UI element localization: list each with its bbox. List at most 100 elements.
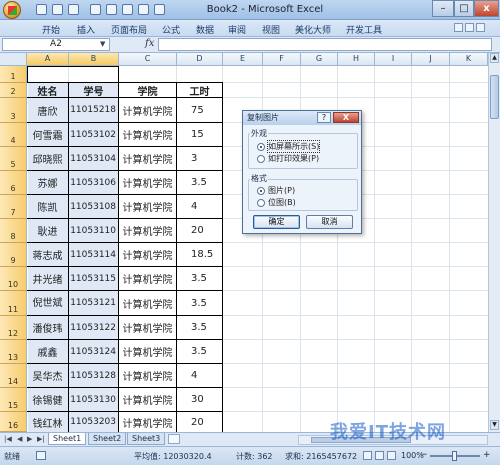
hours-cell[interactable]: 3.5 <box>177 316 222 339</box>
radio-as-shown-on-screen[interactable]: 如屏幕所示(S) <box>257 140 321 153</box>
office-button[interactable] <box>3 1 21 19</box>
save-icon[interactable] <box>36 4 47 15</box>
chevron-down-icon[interactable]: ▼ <box>100 40 105 48</box>
id-cell[interactable]: 11053114 <box>69 243 118 266</box>
ribbon-minimize-icon[interactable] <box>465 23 474 32</box>
page-layout-view-icon[interactable] <box>375 451 384 460</box>
name-cell[interactable]: 吴华杰 <box>27 364 68 387</box>
insert-function-icon[interactable]: fx <box>145 38 154 49</box>
id-cell[interactable]: 11053203 <box>69 412 118 432</box>
id-cell[interactable]: 11053102 <box>69 123 118 146</box>
row-header[interactable]: 2 <box>0 83 27 98</box>
tab-page-layout[interactable]: 页面布局 <box>111 23 147 36</box>
tab-view[interactable]: 视图 <box>262 23 280 36</box>
id-cell[interactable]: 11053128 <box>69 364 118 387</box>
undo-icon[interactable] <box>52 4 63 15</box>
hours-cell[interactable]: 3 <box>177 147 222 170</box>
college-cell[interactable]: 计算机学院 <box>119 267 176 290</box>
scroll-thumb[interactable] <box>490 75 499 119</box>
college-cell[interactable]: 计算机学院 <box>119 147 176 170</box>
page-break-view-icon[interactable] <box>387 451 396 460</box>
normal-view-icon[interactable] <box>363 451 372 460</box>
id-cell[interactable]: 11015218 <box>69 98 118 122</box>
radio-unselected-icon[interactable] <box>257 154 265 163</box>
tab-home[interactable]: 开始 <box>42 23 60 36</box>
row-header[interactable]: 13 <box>0 340 27 364</box>
column-header-i[interactable]: I <box>375 53 412 66</box>
row-header[interactable]: 9 <box>0 243 27 267</box>
name-box[interactable]: A2 <box>2 38 110 51</box>
hours-cell[interactable]: 4 <box>177 364 222 387</box>
college-cell[interactable]: 计算机学院 <box>119 171 176 194</box>
print-preview-icon[interactable] <box>90 4 101 15</box>
row-header[interactable]: 14 <box>0 364 27 388</box>
sheet-tab-3[interactable]: Sheet3 <box>127 433 166 445</box>
tab-formulas[interactable]: 公式 <box>162 23 180 36</box>
name-cell[interactable]: 潘俊玮 <box>27 316 68 339</box>
hours-cell[interactable]: 30 <box>177 388 222 411</box>
hours-cell[interactable]: 18.5 <box>177 243 222 266</box>
hours-cell[interactable]: 3.5 <box>177 267 222 290</box>
cancel-button[interactable]: 取消 <box>306 215 353 229</box>
column-header-a[interactable]: A <box>27 53 69 66</box>
hours-cell[interactable]: 4 <box>177 195 222 218</box>
radio-as-shown-when-printed[interactable]: 如打印效果(P) <box>257 153 319 164</box>
id-cell[interactable]: 11053104 <box>69 147 118 170</box>
hours-cell[interactable]: 3.5 <box>177 171 222 194</box>
macro-record-icon[interactable] <box>36 451 46 460</box>
id-cell[interactable]: 11053106 <box>69 171 118 194</box>
row-header[interactable]: 8 <box>0 219 27 243</box>
redo-icon[interactable] <box>68 4 79 15</box>
first-sheet-icon[interactable]: |◀ <box>4 435 12 443</box>
college-cell[interactable]: 计算机学院 <box>119 243 176 266</box>
last-sheet-icon[interactable]: ▶| <box>37 435 45 443</box>
column-header-d[interactable]: D <box>177 53 223 66</box>
column-header-b[interactable]: B <box>69 53 119 66</box>
ok-button[interactable]: 确定 <box>253 215 300 229</box>
name-cell[interactable]: 耿进 <box>27 219 68 242</box>
radio-selected-icon[interactable] <box>257 186 265 195</box>
row-header[interactable]: 4 <box>0 123 27 147</box>
ribbon-restore-icon[interactable] <box>476 23 485 32</box>
college-cell[interactable]: 计算机学院 <box>119 291 176 315</box>
hours-cell[interactable]: 3.5 <box>177 291 222 315</box>
college-cell[interactable]: 计算机学院 <box>119 98 176 122</box>
vertical-scrollbar[interactable]: ▲ ▼ <box>488 53 500 432</box>
name-cell[interactable]: 蒋志成 <box>27 243 68 266</box>
id-cell[interactable]: 11053122 <box>69 316 118 339</box>
radio-selected-icon[interactable] <box>257 142 265 151</box>
sheet-tab-1[interactable]: Sheet1 <box>48 433 87 445</box>
sheet-tab-2[interactable]: Sheet2 <box>88 433 127 445</box>
row-header[interactable]: 10 <box>0 267 27 291</box>
row-header[interactable]: 7 <box>0 195 27 219</box>
scroll-up-icon[interactable]: ▲ <box>490 53 499 63</box>
row-header[interactable]: 16 <box>0 412 27 432</box>
tab-review[interactable]: 审阅 <box>228 23 246 36</box>
zoom-slider-handle[interactable] <box>452 451 457 461</box>
format-painter-icon[interactable] <box>138 4 149 15</box>
name-cell[interactable]: 钱红林 <box>27 412 68 432</box>
zoom-in-icon[interactable]: + <box>483 450 491 460</box>
column-header-j[interactable]: J <box>412 53 450 66</box>
college-cell[interactable]: 计算机学院 <box>119 219 176 242</box>
id-cell[interactable]: 11053108 <box>69 195 118 218</box>
insert-sheet-icon[interactable] <box>168 434 180 444</box>
row-header[interactable]: 11 <box>0 291 27 316</box>
tab-developer[interactable]: 开发工具 <box>346 23 382 36</box>
next-sheet-icon[interactable]: ▶ <box>27 435 32 443</box>
help-icon[interactable] <box>454 23 463 32</box>
tab-data[interactable]: 数据 <box>196 23 214 36</box>
formula-input[interactable] <box>158 38 492 51</box>
maximize-button[interactable]: □ <box>454 0 474 17</box>
tab-insert[interactable]: 插入 <box>77 23 95 36</box>
id-cell[interactable]: 11053121 <box>69 291 118 315</box>
column-header-c[interactable]: C <box>119 53 177 66</box>
open-icon[interactable] <box>106 4 117 15</box>
close-icon[interactable]: X <box>333 112 359 123</box>
help-icon[interactable]: ? <box>317 112 331 123</box>
minimize-button[interactable]: – <box>432 0 454 17</box>
row-header[interactable]: 6 <box>0 171 27 195</box>
scroll-down-icon[interactable]: ▼ <box>490 420 499 430</box>
column-header-h[interactable]: H <box>338 53 375 66</box>
row-header[interactable]: 15 <box>0 388 27 412</box>
